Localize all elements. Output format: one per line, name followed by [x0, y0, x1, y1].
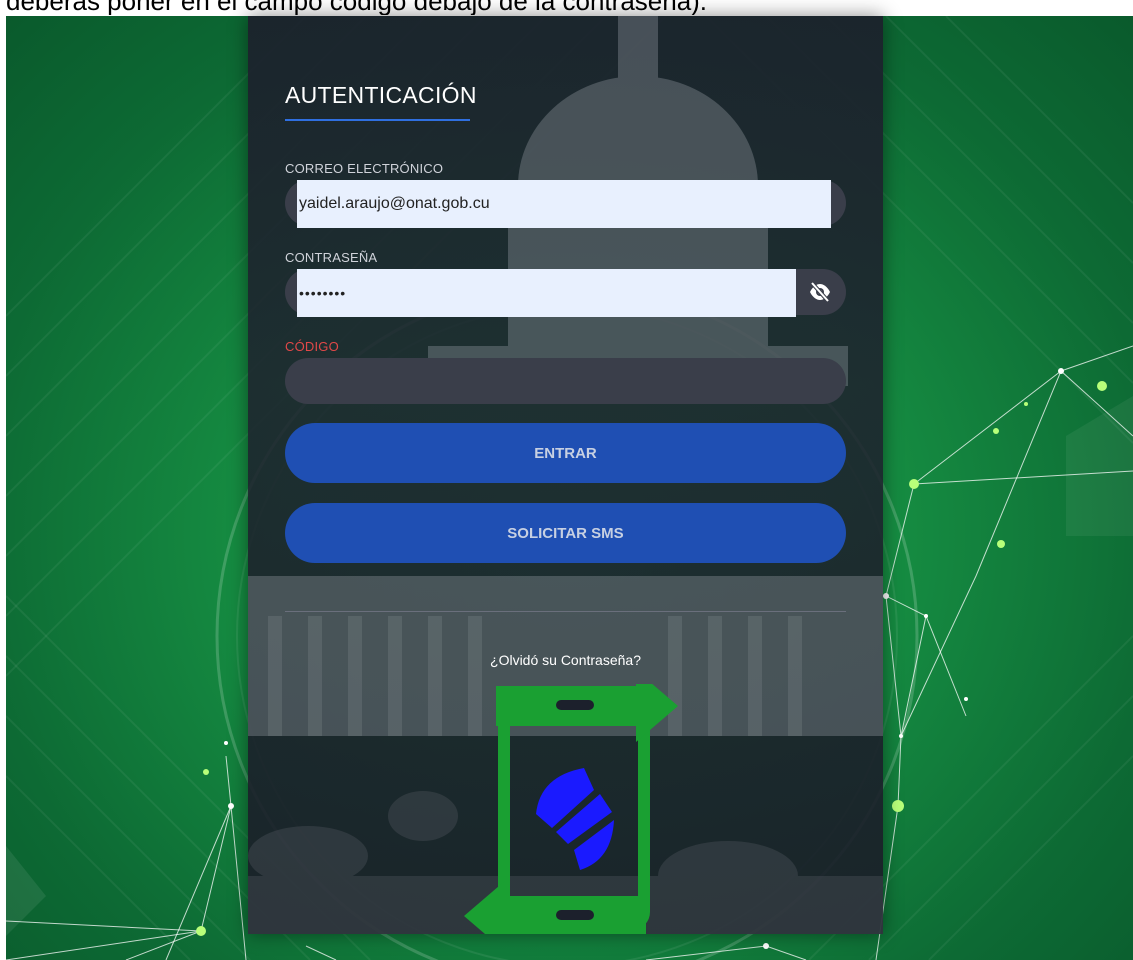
email-label: CORREO ELECTRÓNICO	[285, 161, 444, 176]
phone-sync-arrows-logo-icon	[464, 684, 678, 934]
divider	[285, 611, 846, 612]
login-panel: AUTENTICACIÓN CORREO ELECTRÓNICO CONTRAS…	[248, 16, 883, 934]
forgot-password-link[interactable]: ¿Olvidó su Contraseña?	[248, 652, 883, 668]
password-label: CONTRASEÑA	[285, 250, 378, 265]
email-field[interactable]	[297, 180, 831, 228]
instruction-caption: deberás poner en el campo código debajo …	[6, 0, 708, 15]
title-underline	[285, 119, 470, 121]
toggle-password-visibility-button[interactable]	[796, 269, 844, 315]
code-label: CÓDIGO	[285, 339, 339, 354]
page-title: AUTENTICACIÓN	[285, 82, 477, 108]
request-sms-button[interactable]: SOLICITAR SMS	[285, 503, 846, 563]
password-field[interactable]	[297, 269, 796, 317]
enter-button[interactable]: ENTRAR	[285, 423, 846, 483]
code-field[interactable]	[297, 358, 831, 404]
eye-slash-icon	[810, 281, 830, 303]
